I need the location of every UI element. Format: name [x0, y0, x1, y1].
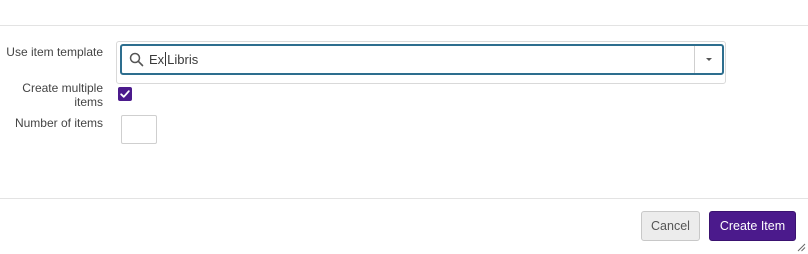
template-search-value[interactable]: Ex Libris [149, 52, 198, 67]
footer-divider [0, 198, 808, 199]
template-value-end: Libris [167, 52, 199, 67]
use-item-template-label: Use item template [6, 45, 103, 59]
checkmark-icon [120, 90, 130, 98]
create-multiple-items-checkbox[interactable] [118, 87, 132, 101]
header-divider [0, 25, 808, 26]
number-of-items-input[interactable] [121, 115, 157, 144]
number-of-items-label: Number of items [14, 116, 103, 130]
chevron-down-icon [706, 58, 712, 61]
resize-grip-icon[interactable] [796, 242, 806, 252]
search-icon [129, 52, 144, 67]
create-item-button[interactable]: Create Item [709, 211, 796, 241]
create-multiple-items-label: Create multiple items [22, 81, 103, 109]
item-template-combobox[interactable]: Ex Libris [120, 44, 724, 75]
template-value-start: Ex [149, 52, 165, 67]
template-dropdown-button[interactable] [695, 46, 722, 73]
cancel-button[interactable]: Cancel [641, 211, 700, 241]
